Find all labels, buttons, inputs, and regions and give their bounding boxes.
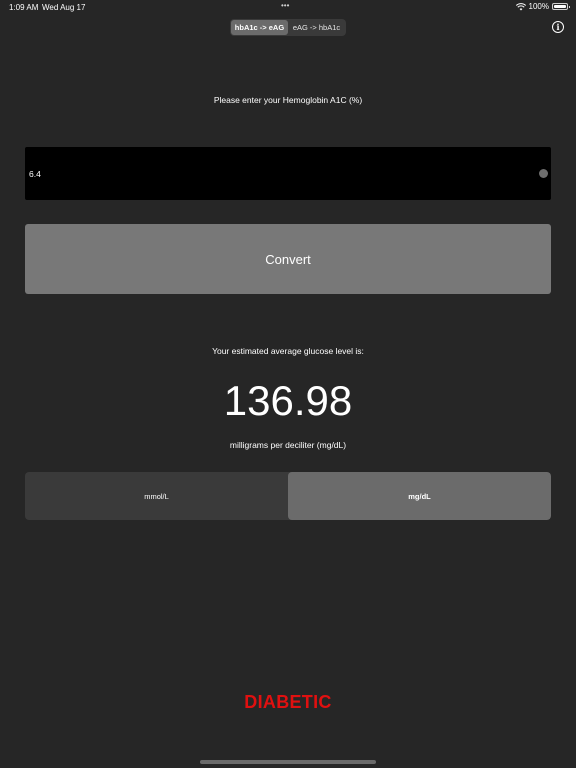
status-right: 100%: [515, 2, 570, 11]
unit-option-mmol[interactable]: mmol/L: [25, 472, 288, 520]
mode-eag-to-hba1c[interactable]: eAG -> hbA1c: [288, 20, 345, 35]
brand-logo: DIABETIC: [244, 692, 332, 712]
wifi-icon: [515, 2, 526, 11]
convert-button[interactable]: Convert: [25, 224, 551, 294]
unit-option-mgdl[interactable]: mg/dL: [288, 472, 551, 520]
battery-fill: [554, 5, 566, 8]
home-indicator[interactable]: [200, 760, 376, 764]
prompt-label: Please enter your Hemoglobin A1C (%): [213, 95, 363, 105]
status-time: 1:09 AM: [9, 3, 39, 12]
info-icon[interactable]: i: [552, 21, 564, 33]
status-bar: 1:09 AM Wed Aug 17 ••• 100%: [0, 0, 576, 14]
battery-icon: [552, 3, 570, 10]
result-value: 136.98: [223, 377, 353, 424]
multitasking-dots-icon[interactable]: •••: [281, 1, 289, 10]
a1c-input[interactable]: [25, 147, 551, 200]
conversion-mode-switch[interactable]: hbA1c -> eAG eAG -> hbA1c: [230, 19, 346, 36]
mode-hba1c-to-eag[interactable]: hbA1c -> eAG: [231, 20, 288, 35]
battery-percent: 100%: [528, 2, 549, 11]
result-unit: milligrams per deciliter (mg/dL): [229, 440, 347, 450]
result-label: Your estimated average glucose level is:: [212, 346, 364, 356]
status-date: Wed Aug 17: [42, 3, 86, 12]
unit-toggle[interactable]: mmol/L mg/dL: [25, 472, 551, 520]
clear-input-icon[interactable]: [539, 169, 548, 178]
